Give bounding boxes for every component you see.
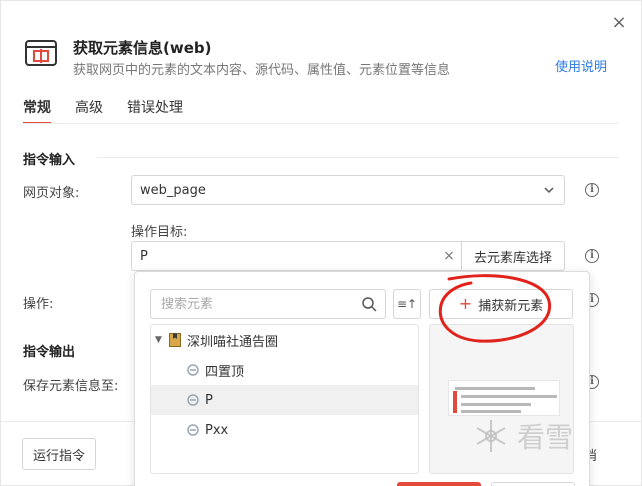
preview-text-line xyxy=(455,387,535,390)
tab-error-handling[interactable]: 错误处理 xyxy=(127,97,183,123)
tree-item-label: P xyxy=(205,392,213,408)
tree-item-selected[interactable]: P xyxy=(151,385,418,415)
tabs-divider xyxy=(23,123,619,124)
help-link[interactable]: 使用说明 xyxy=(555,56,607,75)
magnifier-icon[interactable] xyxy=(361,296,377,312)
dialog-subtitle: 获取网页中的元素的文本内容、源代码、属性值、元素位置等信息 xyxy=(73,63,451,78)
chevron-down-icon xyxy=(544,187,554,194)
tab-general[interactable]: 常规 xyxy=(23,97,51,124)
watermark-text: 看雪 xyxy=(517,421,574,454)
operation-target-value: P xyxy=(140,248,148,264)
run-command-button[interactable]: 运行指令 xyxy=(22,438,96,470)
capture-new-element-label: 捕获新元素 xyxy=(478,298,544,314)
tab-advanced[interactable]: 高级 xyxy=(75,97,103,123)
web-element-icon xyxy=(187,394,199,406)
operation-target-label: 操作目标: xyxy=(131,225,188,240)
webpage-object-select[interactable]: web_page xyxy=(131,175,565,205)
caret-down-icon[interactable]: ▼ xyxy=(155,335,169,345)
save-element-info-label: 保存元素信息至: xyxy=(23,379,119,394)
preview-text-line xyxy=(461,403,531,406)
tree-group[interactable]: ▼ 深圳喵社通告圈 xyxy=(151,325,418,355)
web-element-icon xyxy=(187,424,199,436)
preview-highlight xyxy=(453,391,457,413)
capture-new-element-button[interactable]: + 捕获新元素 xyxy=(429,289,573,319)
operation-target-field[interactable]: P × 去元素库选择 xyxy=(131,241,565,271)
webpage-object-label: 网页对象: xyxy=(23,186,80,201)
tab-bar: 常规 高级 错误处理 xyxy=(23,97,183,124)
watermark: 看雪 xyxy=(471,411,631,461)
tree-item-label: 四置顶 xyxy=(205,364,245,380)
info-icon[interactable]: i xyxy=(585,183,599,197)
dialog-title: 获取元素信息(web) xyxy=(73,39,212,57)
element-search-input[interactable] xyxy=(161,296,361,312)
bookmark-folder-icon xyxy=(169,333,181,347)
tree-item[interactable]: Pxx xyxy=(151,415,418,445)
web-element-icon xyxy=(187,364,199,376)
element-search-box[interactable] xyxy=(150,289,386,319)
get-element-info-dialog: × 获取元素信息(web) 获取网页中的元素的文本内容、源代码、属性值、元素位置… xyxy=(0,0,642,486)
element-library-button[interactable]: 去元素库选择 xyxy=(460,242,564,270)
output-section-title: 指令输出 xyxy=(23,345,76,360)
tree-item[interactable]: 四置顶 xyxy=(151,355,418,385)
input-section-title: 指令输入 xyxy=(23,153,76,168)
snowflake-icon xyxy=(476,420,506,452)
confirm-button-partial[interactable] xyxy=(397,482,481,486)
tree-group-label: 深圳喵社通告圈 xyxy=(187,334,279,350)
tree-item-label: Pxx xyxy=(205,422,229,438)
cancel-button-partial[interactable] xyxy=(491,482,575,486)
sort-button[interactable]: ≡↑ xyxy=(393,289,421,319)
input-section-rule xyxy=(97,157,619,158)
operation-label: 操作: xyxy=(23,297,54,312)
plus-icon: + xyxy=(458,294,473,313)
clear-icon[interactable]: × xyxy=(437,248,461,264)
webpage-object-value: web_page xyxy=(140,182,206,198)
element-tree: ▼ 深圳喵社通告圈 四置顶 P Pxx xyxy=(150,324,419,474)
info-icon[interactable]: i xyxy=(585,249,599,263)
close-icon[interactable]: × xyxy=(611,14,627,32)
element-info-icon xyxy=(25,40,57,66)
preview-text-line xyxy=(461,395,557,398)
